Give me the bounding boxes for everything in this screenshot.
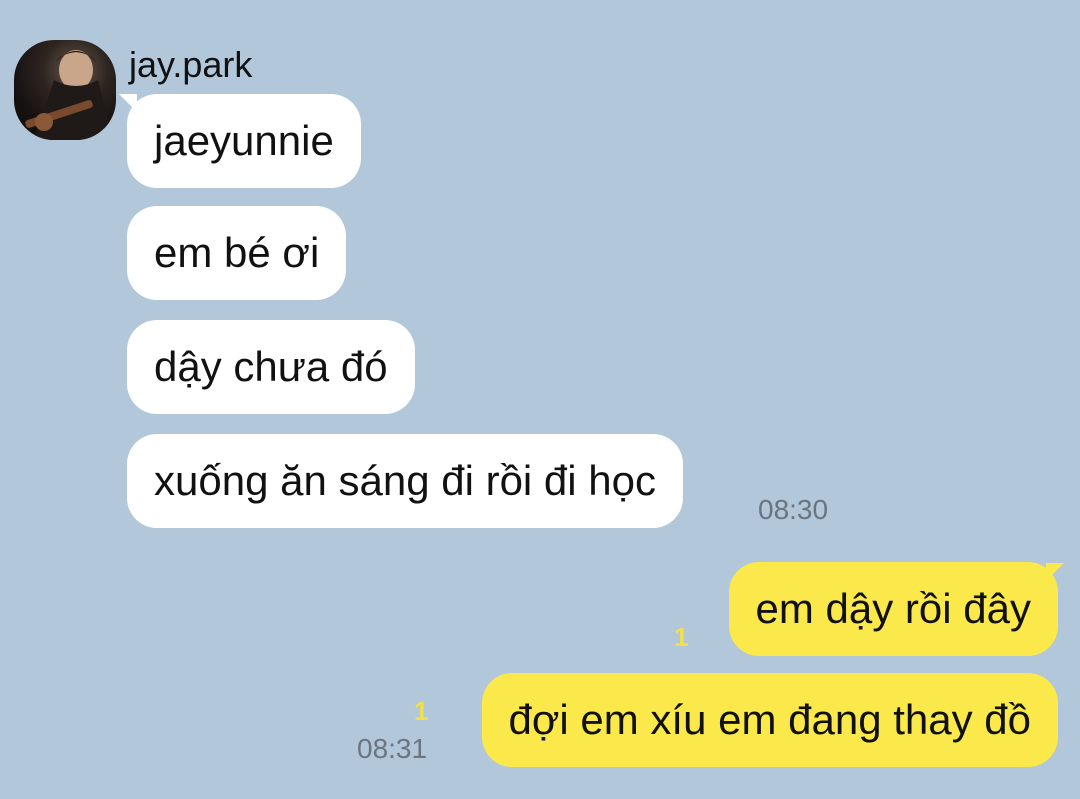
message-text: dậy chưa đó <box>154 343 388 390</box>
unread-count-badge: 1 <box>674 622 689 652</box>
message-text: em dậy rồi đây <box>755 585 1031 632</box>
message-text: xuống ăn sáng đi rồi đi học <box>154 457 657 504</box>
message-text: jaeyunnie <box>154 117 334 164</box>
incoming-message-bubble[interactable]: jaeyunnie <box>127 94 361 188</box>
outgoing-message-bubble[interactable]: đợi em xíu em đang thay đồ <box>481 673 1058 767</box>
message-text: đợi em xíu em đang thay đồ <box>508 696 1032 743</box>
incoming-message-bubble[interactable]: em bé ơi <box>127 206 347 300</box>
message-timestamp: 08:30 <box>758 494 829 525</box>
incoming-message-bubble[interactable]: dậy chưa đó <box>127 320 415 414</box>
profile-photo-icon <box>25 50 114 140</box>
message-timestamp: 08:31 <box>357 733 428 764</box>
sender-name: jay.park <box>129 44 253 85</box>
outgoing-message-bubble[interactable]: em dậy rồi đây <box>728 562 1058 656</box>
message-text: em bé ơi <box>154 229 320 276</box>
sender-avatar[interactable] <box>14 40 116 140</box>
incoming-message-bubble[interactable]: xuống ăn sáng đi rồi đi học <box>127 434 684 528</box>
unread-count-badge: 1 <box>414 696 429 726</box>
